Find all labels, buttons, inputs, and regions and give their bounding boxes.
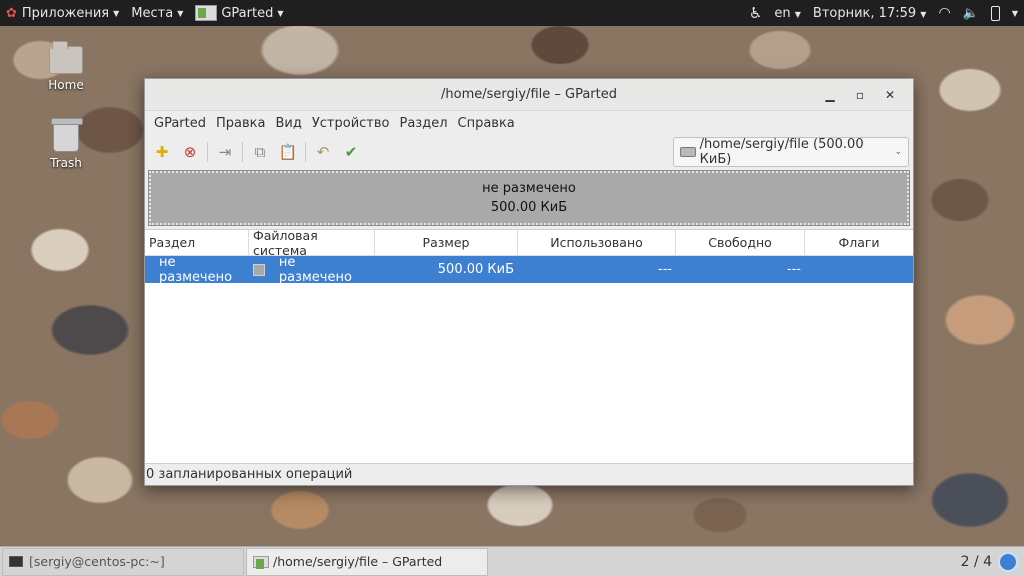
cell-partition: не размечено [159,254,233,285]
menu-device[interactable]: Устройство [307,116,395,131]
places-menu[interactable]: Места ▼ [125,0,189,26]
menu-view[interactable]: Вид [270,116,306,131]
chevron-down-icon: ▼ [920,9,927,19]
gparted-app-icon [195,5,218,21]
copy-icon[interactable]: ⧉ [249,141,271,163]
task-gparted[interactable]: /home/sergiy/file – GParted [246,547,488,576]
gparted-window: /home/sergiy/file – GParted ▁ ▫ ✕ GParte… [144,78,914,486]
gnome-foot-icon: ✿ [6,5,17,21]
cell-filesystem: не размечено [249,254,375,285]
window-titlebar[interactable]: /home/sergiy/file – GParted ▁ ▫ ✕ [145,79,913,111]
disk-map-label: не размечено [482,181,576,196]
language-label: en [774,5,791,21]
cell-used: --- [657,262,672,277]
top-bar: ✿ Приложения ▼ Места ▼ GParted ▼ ♿ en ▼ … [0,0,1024,26]
paste-icon[interactable]: 📋 [277,141,299,163]
menu-help[interactable]: Справка [453,116,520,131]
cell-filesystem-label: не размечено [278,254,352,285]
menu-edit[interactable]: Правка [211,116,270,131]
toolbar-separator [242,142,243,162]
disk-map[interactable]: не размечено 500.00 КиБ [148,170,910,226]
toolbar: ✚ ⊗ ⇥ ⧉ 📋 ↶ ✔ /home/sergiy/file (500.00 … [145,135,913,169]
task-gparted-label: /home/sergiy/file – GParted [273,554,443,569]
language-indicator[interactable]: en ▼ [774,6,801,21]
column-header-partition[interactable]: Раздел [145,230,249,255]
menu-gparted[interactable]: GParted [149,116,211,131]
device-selector-label: /home/sergiy/file (500.00 КиБ) [699,137,864,167]
gparted-app-icon [253,555,269,569]
close-icon[interactable]: ✕ [875,88,905,102]
chevron-down-icon: ▼ [113,8,120,18]
device-selector[interactable]: /home/sergiy/file (500.00 КиБ) ⌄ [673,137,909,167]
desktop-icon-trash[interactable]: Trash [31,118,101,170]
task-terminal-label: [sergiy@centos-pc:~] [29,554,165,569]
table-row[interactable]: не размечено не размечено 500.00 КиБ ---… [145,254,913,285]
status-text: 0 запланированных операций [146,467,353,482]
cell-flags [805,256,913,283]
chevron-down-icon: ▼ [177,8,184,18]
workspace-indicator[interactable]: 2 / 4 [961,554,992,570]
accessibility-icon[interactable]: ♿ [749,4,762,22]
applications-menu[interactable]: ✿ Приложения ▼ [0,0,125,26]
toolbar-separator [305,142,306,162]
menu-partition[interactable]: Раздел [394,116,452,131]
desktop-icon-label: Home [48,78,84,92]
maximize-icon[interactable]: ▫ [845,88,875,102]
volume-icon[interactable]: 🔈 [963,6,979,21]
active-app-menu[interactable]: GParted ▼ [189,0,289,26]
column-header-free[interactable]: Свободно [676,230,805,255]
terminal-icon [9,556,23,567]
delete-partition-icon[interactable]: ⊗ [179,141,201,163]
clock-label: Вторник, 17:59 [812,5,917,21]
chevron-down-icon: ⌄ [894,147,902,157]
taskbar: [sergiy@centos-pc:~] /home/sergiy/file –… [0,546,1024,576]
minimize-icon[interactable]: ▁ [815,88,845,102]
new-partition-icon[interactable]: ✚ [151,141,173,163]
workspace-switcher-icon[interactable] [998,551,1018,572]
task-terminal[interactable]: [sergiy@centos-pc:~] [2,547,244,576]
cell-free: --- [786,262,801,277]
desktop-icon-home[interactable]: Home [31,41,101,92]
active-app-label: GParted [221,5,274,21]
window-title: /home/sergiy/file – GParted [441,87,617,102]
desktop-icon-label: Trash [50,156,82,170]
home-folder-icon [49,41,83,74]
column-header-flags[interactable]: Флаги [805,230,913,255]
filesystem-color-swatch [253,263,265,276]
toolbar-separator [207,142,208,162]
chevron-down-icon: ▼ [794,9,801,19]
chevron-down-icon[interactable]: ▼ [1012,9,1018,18]
chevron-down-icon: ▼ [277,8,284,18]
disk-icon [680,147,696,157]
column-header-filesystem[interactable]: Файловая система [249,228,375,258]
table-header: Раздел Файловая система Размер Использов… [145,228,913,258]
cell-size: 500.00 КиБ [437,262,514,277]
column-header-size[interactable]: Размер [375,230,518,255]
resize-move-icon[interactable]: ⇥ [214,141,236,163]
clock-menu[interactable]: Вторник, 17:59 ▼ [813,6,927,21]
partition-table: Раздел Файловая система Размер Использов… [145,228,913,464]
undo-icon[interactable]: ↶ [312,141,334,163]
trash-icon [51,118,83,152]
column-header-used[interactable]: Использовано [518,230,676,255]
battery-icon[interactable] [990,5,1000,21]
menubar: GParted Правка Вид Устройство Раздел Спр… [145,111,913,135]
applications-menu-label: Приложения [21,5,110,21]
wifi-icon[interactable]: ◠ [938,5,950,21]
disk-map-size: 500.00 КиБ [490,200,568,215]
status-bar: 0 запланированных операций [145,463,913,485]
places-menu-label: Места [131,5,174,21]
apply-icon[interactable]: ✔ [340,141,362,163]
